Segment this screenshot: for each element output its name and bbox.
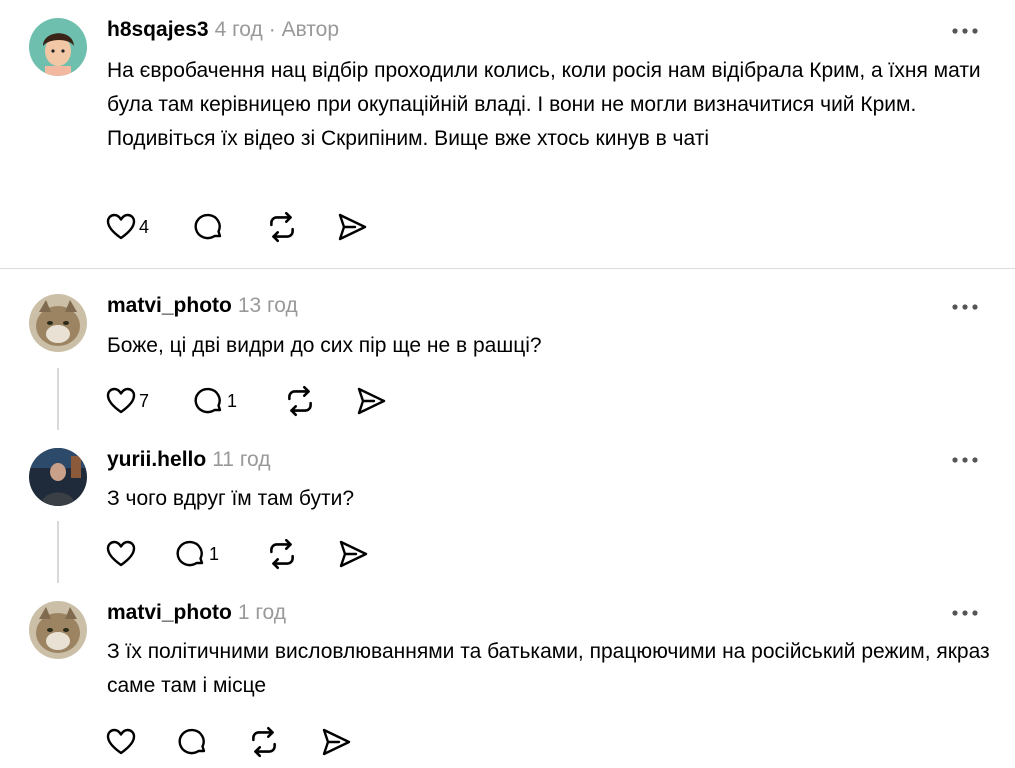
like-count: 4 — [139, 216, 150, 237]
comment-text: Боже, ці дві видри до сих пір ще не в ра… — [107, 334, 542, 357]
share-button[interactable] — [336, 210, 368, 244]
send-icon — [320, 726, 352, 758]
more-dots-icon[interactable] — [950, 455, 980, 465]
more-dots-icon[interactable] — [950, 608, 980, 618]
username[interactable]: matvi_photo — [107, 601, 232, 624]
heart-icon — [105, 211, 137, 243]
speech-bubble-icon — [177, 726, 209, 758]
reply-button[interactable] — [193, 210, 225, 244]
avatar[interactable] — [29, 294, 87, 352]
send-icon — [336, 211, 368, 243]
repost-button[interactable] — [265, 210, 299, 244]
reply-count: 1 — [209, 543, 220, 564]
reply-button[interactable] — [177, 725, 209, 759]
like-button[interactable]: 7 — [105, 384, 149, 418]
repost-button[interactable] — [247, 725, 281, 759]
like-button[interactable] — [105, 537, 137, 571]
share-button[interactable] — [355, 384, 387, 418]
heart-icon — [105, 385, 137, 417]
speech-bubble-icon — [193, 385, 225, 417]
divider — [0, 268, 1015, 269]
comment-text: На євробачення нац відбір проходили коли… — [107, 59, 981, 150]
timestamp: 13 год — [237, 294, 298, 317]
thread-line — [57, 521, 59, 583]
speech-bubble-icon — [175, 538, 207, 570]
repost-button[interactable] — [283, 384, 317, 418]
like-button[interactable]: 4 — [105, 210, 149, 244]
timestamp: 4 год — [214, 18, 263, 41]
reply-button[interactable]: 1 — [175, 537, 219, 571]
username[interactable]: matvi_photo — [107, 294, 232, 317]
heart-icon — [105, 538, 137, 570]
heart-icon — [105, 726, 137, 758]
avatar[interactable] — [29, 448, 87, 506]
comment-text: З їх політичними висловлюваннями та бать… — [107, 640, 990, 697]
share-button[interactable] — [337, 537, 369, 571]
repost-icon — [265, 537, 299, 571]
repost-button[interactable] — [265, 537, 299, 571]
repost-icon — [265, 210, 299, 244]
reply-count: 1 — [227, 390, 238, 411]
timestamp: 11 год — [212, 448, 271, 471]
send-icon — [337, 538, 369, 570]
send-icon — [355, 385, 387, 417]
share-button[interactable] — [320, 725, 352, 759]
comment-text: З чого вдруг їм там бути? — [107, 487, 354, 510]
like-count: 7 — [139, 390, 150, 411]
repost-icon — [247, 725, 281, 759]
timestamp: 1 год — [237, 601, 287, 624]
speech-bubble-icon — [193, 211, 225, 243]
thread-line — [57, 368, 59, 430]
author-label: · Автор — [268, 18, 340, 41]
more-dots-icon[interactable] — [950, 26, 980, 36]
username[interactable]: h8sqajes3 — [107, 18, 209, 41]
avatar[interactable] — [29, 601, 87, 659]
username[interactable]: yurii.hello — [107, 448, 206, 471]
more-dots-icon[interactable] — [950, 302, 980, 312]
like-button[interactable] — [105, 725, 137, 759]
repost-icon — [283, 384, 317, 418]
reply-button[interactable]: 1 — [193, 384, 237, 418]
avatar[interactable] — [29, 18, 87, 76]
